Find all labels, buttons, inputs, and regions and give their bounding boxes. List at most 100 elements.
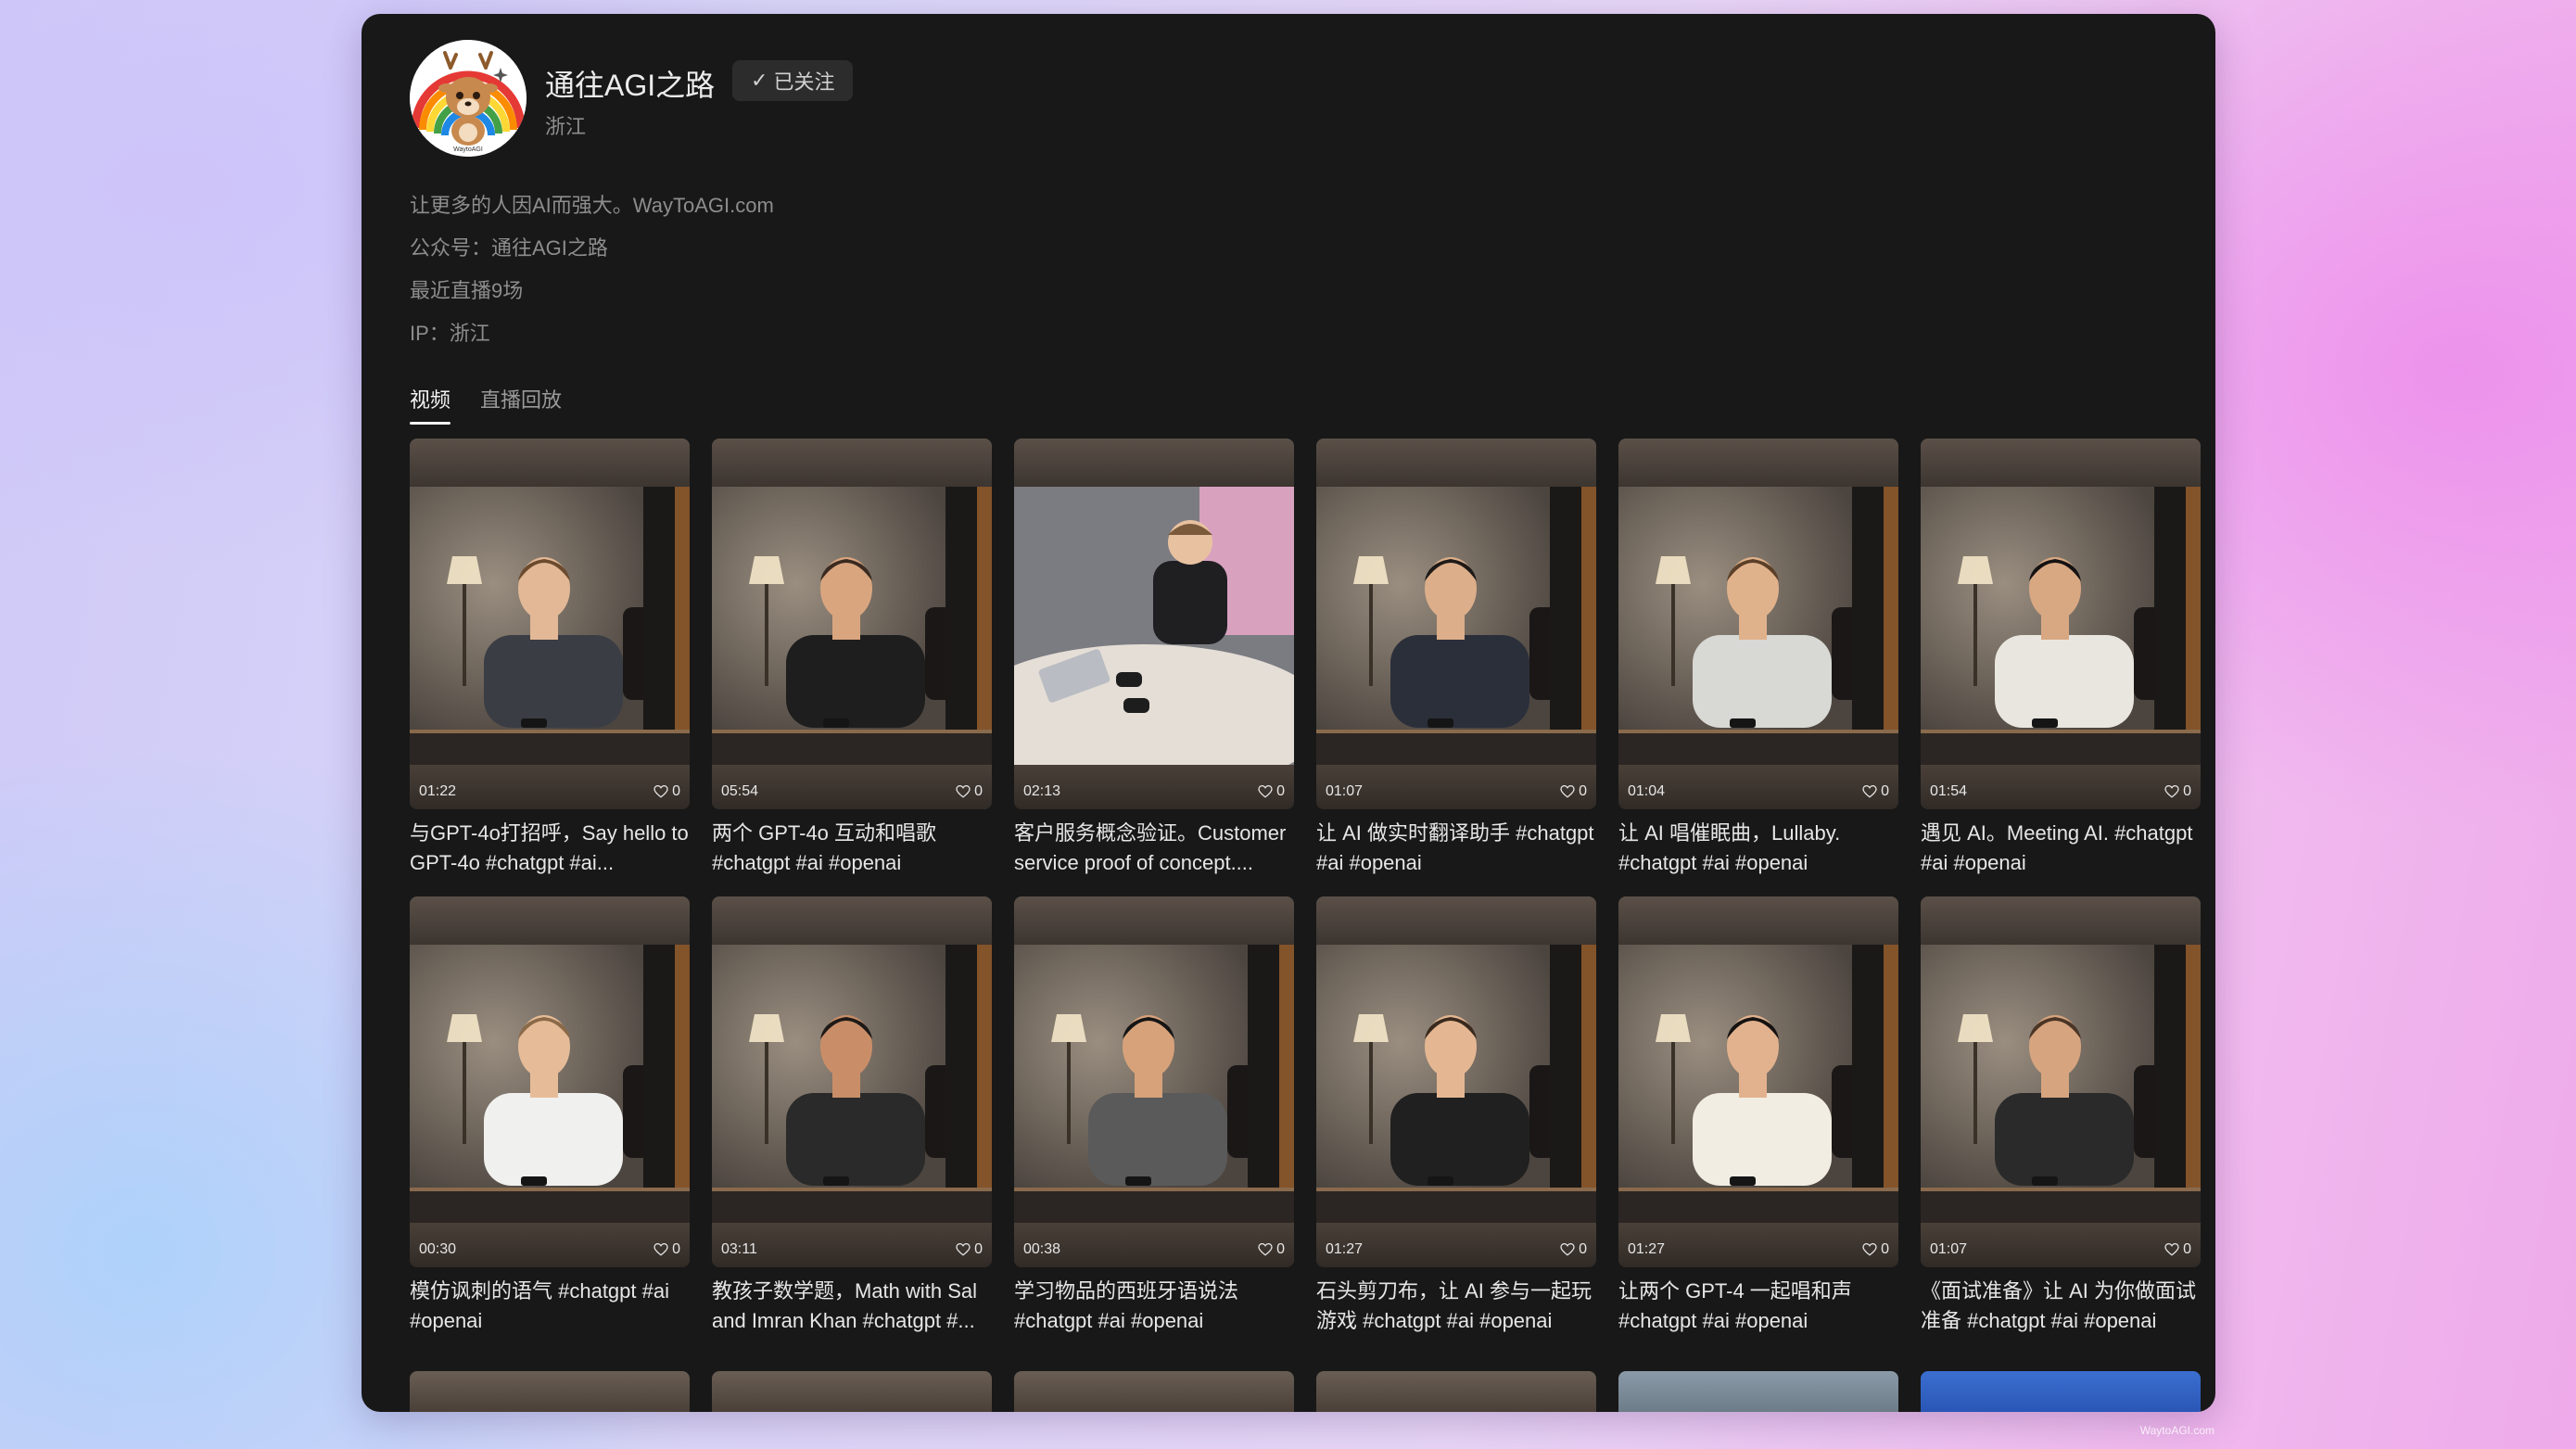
video-card[interactable]: 01:07 0 让 AI 做实时翻译助手 #chatgpt #ai #openai: [1316, 439, 1596, 878]
like-count-value: 0: [2183, 1241, 2191, 1257]
video-thumbnail-frame[interactable]: 01:07 0: [1316, 439, 1596, 809]
video-thumbnail: [712, 945, 992, 1223]
profile-tabs: 视频 直播回放: [410, 384, 562, 425]
video-duration: 00:30: [419, 1241, 457, 1257]
video-thumbnail-frame[interactable]: 03:11 0: [712, 896, 992, 1267]
heart-icon: [654, 1243, 668, 1256]
like-count: 0: [1258, 1241, 1285, 1258]
video-card-partial[interactable]: [410, 1371, 690, 1412]
heart-icon: [1862, 785, 1877, 798]
video-thumbnail-frame[interactable]: 01:27 0: [1618, 896, 1898, 1267]
video-title[interactable]: 让两个 GPT-4 一起唱和声 #chatgpt #ai #openai: [1618, 1277, 1898, 1336]
video-duration: 03:11: [721, 1241, 757, 1257]
video-thumbnail-frame[interactable]: 00:30 0: [410, 896, 690, 1267]
video-title[interactable]: 学习物品的西班牙语说法 #chatgpt #ai #openai: [1014, 1277, 1294, 1336]
video-thumbnail: [712, 487, 992, 765]
like-count: 0: [654, 783, 680, 800]
video-title[interactable]: 《面试准备》让 AI 为你做面试准备 #chatgpt #ai #openai: [1921, 1277, 2201, 1336]
like-count: 0: [956, 1241, 983, 1258]
video-duration: 01:07: [1326, 783, 1364, 799]
video-thumbnail-frame[interactable]: 01:54 0: [1921, 439, 2201, 809]
bio-line: 最近直播9场: [410, 279, 524, 302]
like-count-value: 0: [1579, 1241, 1587, 1257]
heart-icon: [1560, 785, 1575, 798]
video-thumbnail: [1014, 487, 1294, 765]
video-card[interactable]: 03:11 0 教孩子数学题，Math with Sal and Imran Kha…: [712, 896, 992, 1336]
video-card-partial[interactable]: [712, 1371, 992, 1412]
video-card[interactable]: 01:07 0 《面试准备》让 AI 为你做面试准备 #chatgpt #ai #o…: [1921, 896, 2201, 1336]
profile-window: WaytoAGI 通往AGI之路 ✓ 已关注 浙江 让更多的人因AI而强大。Wa…: [362, 14, 2215, 1412]
video-thumbnail-frame[interactable]: 05:54 0: [712, 439, 992, 809]
bio-line: 公众号：通往AGI之路: [410, 236, 608, 260]
like-count-value: 0: [1276, 783, 1285, 799]
like-count-value: 0: [2183, 783, 2191, 799]
video-thumbnail-frame[interactable]: 01:27 0: [1316, 896, 1596, 1267]
tab-videos[interactable]: 视频: [410, 384, 451, 425]
avatar-logo-text: WaytoAGI: [453, 146, 483, 153]
video-card[interactable]: 02:13 0 客户服务概念验证。Customer service proof of…: [1014, 439, 1294, 878]
deer-logo-icon: WaytoAGI: [410, 40, 527, 157]
like-count-value: 0: [1881, 1241, 1889, 1257]
video-card-partial[interactable]: [1014, 1371, 1294, 1412]
video-card[interactable]: 05:54 0 两个 GPT-4o 互动和唱歌 #chatgpt #ai #open…: [712, 439, 992, 878]
video-card-partial[interactable]: [1316, 1371, 1596, 1412]
heart-icon: [654, 785, 668, 798]
like-count-value: 0: [974, 783, 983, 799]
video-thumbnail: [1921, 945, 2201, 1223]
video-card[interactable]: 01:27 0 让两个 GPT-4 一起唱和声 #chatgpt #ai #open…: [1618, 896, 1898, 1336]
like-count: 0: [654, 1241, 680, 1258]
video-title[interactable]: 教孩子数学题，Math with Sal and Imran Khan #cha…: [712, 1277, 992, 1336]
video-card[interactable]: 01:54 0 遇见 AI。Meeting AI. #chatgpt #ai #op…: [1921, 439, 2201, 878]
like-count-value: 0: [1881, 783, 1889, 799]
video-title[interactable]: 与GPT-4o打招呼，Say hello to GPT-4o #chatgpt …: [410, 819, 690, 878]
heart-icon: [2164, 1243, 2179, 1256]
video-title[interactable]: 让 AI 做实时翻译助手 #chatgpt #ai #openai: [1316, 819, 1596, 878]
video-title[interactable]: 客户服务概念验证。Customer service proof of conce…: [1014, 819, 1294, 878]
video-card[interactable]: 00:38 0 学习物品的西班牙语说法 #chatgpt #ai #openai: [1014, 896, 1294, 1336]
video-duration: 01:27: [1628, 1241, 1666, 1257]
video-thumbnail-frame[interactable]: 01:07 0: [1921, 896, 2201, 1267]
video-thumbnail: [1316, 487, 1596, 765]
like-count: 0: [2164, 783, 2191, 800]
video-thumbnail-frame[interactable]: 02:13 0: [1014, 439, 1294, 809]
heart-icon: [1258, 1243, 1273, 1256]
video-duration: 00:38: [1023, 1241, 1061, 1257]
video-card-partial[interactable]: [1618, 1371, 1898, 1412]
video-title[interactable]: 遇见 AI。Meeting AI. #chatgpt #ai #openai: [1921, 819, 2201, 878]
video-duration: 01:27: [1326, 1241, 1364, 1257]
heart-icon: [956, 1243, 971, 1256]
video-thumbnail-frame[interactable]: 00:38 0: [1014, 896, 1294, 1267]
like-count: 0: [2164, 1241, 2191, 1258]
video-card[interactable]: 00:30 0 模仿讽刺的语气 #chatgpt #ai #openai: [410, 896, 690, 1336]
video-card[interactable]: 01:27 0 石头剪刀布，让 AI 参与一起玩游戏 #chatgpt #ai #o…: [1316, 896, 1596, 1336]
video-thumbnail: [410, 945, 690, 1223]
heart-icon: [1560, 1243, 1575, 1256]
video-thumbnail-frame[interactable]: 01:22 0: [410, 439, 690, 809]
video-title[interactable]: 让 AI 唱催眠曲，Lullaby. #chatgpt #ai #openai: [1618, 819, 1898, 878]
heart-icon: [2164, 785, 2179, 798]
follow-label: 已关注: [773, 70, 835, 94]
video-duration: 01:04: [1628, 783, 1666, 799]
follow-button[interactable]: ✓ 已关注: [732, 60, 854, 101]
video-card[interactable]: 01:22 0 与GPT-4o打招呼，Say hello to GPT-4o #ch…: [410, 439, 690, 878]
video-thumbnail-frame[interactable]: 01:04 0: [1618, 439, 1898, 809]
tab-live-replays[interactable]: 直播回放: [480, 384, 562, 425]
video-title[interactable]: 两个 GPT-4o 互动和唱歌 #chatgpt #ai #openai: [712, 819, 992, 878]
like-count: 0: [1560, 1241, 1587, 1258]
bio-line: IP：浙江: [410, 322, 490, 345]
video-duration: 02:13: [1023, 783, 1061, 799]
video-title[interactable]: 石头剪刀布，让 AI 参与一起玩游戏 #chatgpt #ai #openai: [1316, 1277, 1596, 1336]
video-duration: 01:54: [1930, 783, 1968, 799]
like-count-value: 0: [672, 1241, 680, 1257]
like-count: 0: [1258, 783, 1285, 800]
video-grid: 01:22 0 与GPT-4o打招呼，Say hello to GPT-4o #ch…: [410, 439, 2201, 1336]
profile-avatar[interactable]: WaytoAGI: [410, 40, 527, 157]
like-count-value: 0: [1579, 783, 1587, 799]
video-title[interactable]: 模仿讽刺的语气 #chatgpt #ai #openai: [410, 1277, 690, 1336]
heart-icon: [956, 785, 971, 798]
video-card-partial[interactable]: [1921, 1371, 2201, 1412]
like-count: 0: [1862, 1241, 1889, 1258]
video-card[interactable]: 01:04 0 让 AI 唱催眠曲，Lullaby. #chatgpt #ai #o…: [1618, 439, 1898, 878]
heart-icon: [1862, 1243, 1877, 1256]
profile-location: 浙江: [545, 115, 587, 138]
